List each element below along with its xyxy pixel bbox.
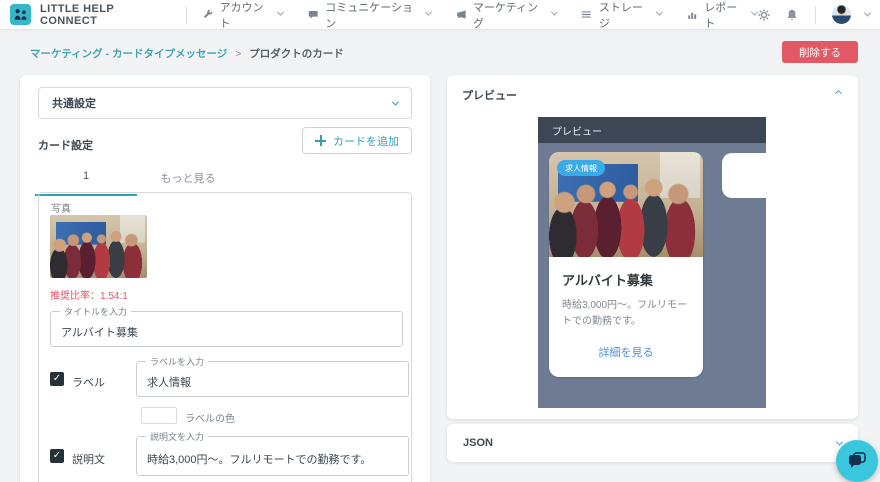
main-menu: アカウント コミュニケーション マーケティング ストレージ (201, 0, 757, 31)
description-field: 説明文を入力 (136, 436, 409, 476)
card-settings-heading: カード設定 (38, 137, 93, 153)
common-settings-label: 共通設定 (52, 95, 96, 111)
common-settings-collapse[interactable]: 共通設定 (38, 87, 412, 119)
card-form: 写真 推奨比率：1.54:1 タイトルを入力 ラベル ラベルを入力 ラベルの色 … (38, 192, 412, 482)
logo-icon (10, 4, 31, 25)
notifications-button[interactable] (785, 8, 799, 22)
top-navbar: LITTLE HELP CONNECT アカウント コミュニケーション マーケテ… (0, 0, 880, 30)
chevron-up-icon[interactable] (835, 90, 842, 97)
user-menu-chevron-icon[interactable] (864, 10, 871, 17)
chat-widget-button[interactable] (836, 440, 878, 482)
menu-item-label: レポート (704, 0, 746, 31)
json-panel-title: JSON (463, 437, 493, 449)
preview-panel: プレビュー プレビュー 求人情報 アルバイト募集 時給3,000円〜。フルリモー… (447, 75, 858, 419)
menu-item-label: コミュニケーション (325, 0, 419, 31)
navbar-divider (186, 6, 187, 24)
app-logo[interactable] (10, 4, 31, 25)
breadcrumb-current: プロダクトのカード (249, 48, 344, 60)
label-field-label: ラベルを入力 (146, 355, 208, 368)
chevron-down-icon (277, 9, 284, 16)
wrench-icon (201, 8, 213, 21)
chevron-down-icon (425, 9, 432, 16)
delete-button[interactable]: 削除する (782, 41, 858, 63)
menu-item-label: マーケティング (473, 0, 546, 31)
label-checkbox[interactable] (50, 372, 64, 386)
description-checkbox[interactable] (50, 449, 64, 463)
menu-item-account[interactable]: アカウント (201, 0, 283, 31)
message-card-preview: 求人情報 アルバイト募集 時給3,000円〜。フルリモートでの勤務です。 詳細を… (549, 152, 703, 377)
chevron-down-icon (551, 9, 558, 16)
title-field: タイトルを入力 (50, 311, 403, 347)
card-editor-panel: 共通設定 カード設定 カードを追加 1 もっと見る 写真 推奨比率：1.54:1… (20, 75, 430, 482)
megaphone-icon (455, 8, 467, 21)
storage-icon (580, 8, 592, 21)
navbar-divider (815, 6, 816, 24)
photo-thumbnail[interactable] (50, 215, 147, 278)
navbar-right (757, 5, 870, 24)
settings-button[interactable] (757, 8, 771, 22)
card-label-badge: 求人情報 (557, 160, 605, 176)
card-detail-link[interactable]: 詳細を見る (549, 344, 703, 360)
breadcrumb-separator: > (235, 48, 241, 60)
chat-widget-icon (846, 450, 868, 472)
breadcrumb-parent-link[interactable]: マーケティング - カードタイプメッセージ (30, 48, 227, 60)
user-avatar[interactable] (832, 5, 851, 24)
add-card-label: カードを追加 (333, 133, 399, 149)
card-photo: 求人情報 (549, 152, 703, 257)
add-card-button[interactable]: カードを追加 (302, 127, 412, 154)
menu-item-storage[interactable]: ストレージ (580, 0, 661, 31)
phone-preview-body: 求人情報 アルバイト募集 時給3,000円〜。フルリモートでの勤務です。 詳細を… (538, 143, 766, 408)
plus-icon (315, 135, 326, 146)
label-color-label: ラベルの色 (185, 410, 235, 425)
recommended-ratio-note: 推奨比率：1.54:1 (50, 287, 128, 302)
menu-item-label: アカウント (220, 0, 272, 31)
report-chart-icon (686, 8, 698, 21)
brand-name: LITTLE HELP CONNECT (40, 3, 170, 27)
label-checkbox-label: ラベル (72, 374, 105, 390)
description-checkbox-label: 説明文 (72, 451, 105, 467)
preview-panel-title: プレビュー (462, 87, 517, 103)
menu-item-communication[interactable]: コミュニケーション (307, 0, 431, 31)
phone-preview-header: プレビュー (538, 117, 766, 143)
menu-item-report[interactable]: レポート (686, 0, 757, 31)
description-field-label: 説明文を入力 (146, 430, 208, 443)
title-field-label: タイトルを入力 (60, 305, 131, 318)
card-title: アルバイト募集 (562, 270, 690, 289)
phone-preview: プレビュー 求人情報 アルバイト募集 時給3,000円〜。フルリモートでの勤務で… (538, 117, 766, 408)
next-card-peek (722, 153, 766, 198)
chevron-down-icon (656, 9, 663, 16)
chevron-down-icon (392, 98, 399, 105)
label-field: ラベルを入力 (136, 361, 409, 397)
photo-section-label: 写真 (51, 200, 71, 215)
json-collapse-panel[interactable]: JSON (447, 424, 858, 462)
gear-icon (757, 8, 771, 22)
breadcrumb: マーケティング - カードタイプメッセージ > プロダクトのカード (30, 46, 344, 61)
menu-item-marketing[interactable]: マーケティング (455, 0, 557, 31)
card-description: 時給3,000円〜。フルリモートでの勤務です。 (562, 298, 690, 330)
menu-item-label: ストレージ (599, 0, 651, 31)
phone-preview-title: プレビュー (552, 123, 602, 138)
bell-icon (785, 8, 799, 22)
label-color-picker[interactable] (141, 407, 177, 424)
chevron-down-icon (836, 438, 843, 445)
chat-bubble-icon (307, 8, 319, 21)
